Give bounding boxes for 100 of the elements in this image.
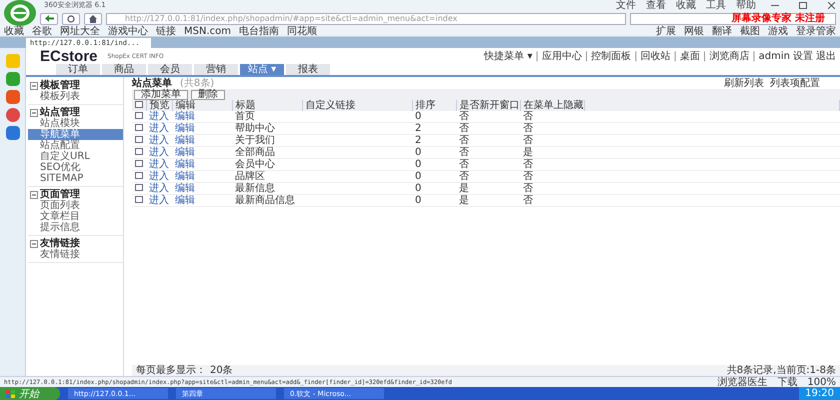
header-link[interactable]: 浏览商店 — [709, 50, 750, 62]
header-link[interactable]: 应用中心 — [542, 50, 582, 62]
home-button[interactable] — [84, 12, 102, 24]
sidebar-item[interactable]: SEO优化 — [28, 162, 123, 173]
collapse-icon[interactable] — [30, 190, 38, 198]
bookmark-link[interactable]: 收藏 — [4, 26, 24, 36]
bookmark-link[interactable]: 游戏中心 — [108, 26, 148, 36]
preview-link[interactable]: 进入 — [146, 122, 172, 134]
edit-link[interactable]: 编辑 — [172, 111, 232, 122]
sidebar-item[interactable]: 导航菜单 — [28, 129, 123, 140]
nav-tab[interactable]: 订单 — [56, 64, 100, 75]
table-cell: 否 — [456, 170, 520, 182]
close-icon[interactable] — [828, 2, 834, 9]
sidebar-item[interactable]: 提示信息 — [28, 222, 123, 233]
page-size-value: 20条 — [210, 365, 233, 376]
row-checkbox[interactable] — [135, 172, 143, 179]
sidebar-item[interactable]: 页面列表 — [28, 200, 123, 211]
nav-tab[interactable]: 报表 — [286, 64, 330, 75]
column-header[interactable]: 在菜单上隐藏 — [520, 100, 584, 111]
column-header[interactable]: 标题 — [232, 100, 302, 111]
refresh-icon — [67, 14, 75, 22]
header-link[interactable]: 退出 — [816, 50, 836, 62]
sidebar-item[interactable]: 文章栏目 — [28, 211, 123, 222]
toolbar-button[interactable]: 截图 — [740, 26, 760, 36]
maximize-icon[interactable] — [799, 2, 807, 9]
nav-tab[interactable]: 商品 — [102, 64, 146, 75]
preview-link[interactable]: 进入 — [146, 146, 172, 158]
link-separator: | — [674, 50, 677, 62]
nav-tab[interactable]: 站点 ▾ — [240, 64, 284, 75]
preview-link[interactable]: 进入 — [146, 194, 172, 206]
toolbar-button[interactable]: 登录管家 — [796, 26, 836, 36]
preview-link[interactable]: 进入 — [146, 170, 172, 182]
bookmark-link[interactable]: 谷歌 — [32, 26, 52, 36]
row-checkbox[interactable] — [135, 112, 143, 119]
preview-link[interactable]: 进入 — [146, 158, 172, 170]
column-header[interactable]: 是否新开窗口 — [456, 100, 520, 111]
action-link[interactable]: 刷新列表 — [724, 78, 764, 88]
search-field[interactable]: 屏幕录像专家 未注册 — [630, 12, 836, 24]
row-checkbox[interactable] — [135, 136, 143, 143]
refresh-button[interactable] — [62, 12, 80, 24]
status-item[interactable]: 浏览器医生 — [717, 376, 768, 388]
row-checkbox[interactable] — [135, 160, 143, 167]
sidebar-item[interactable]: 模板列表 — [28, 91, 123, 102]
row-checkbox[interactable] — [135, 148, 143, 155]
nav-tab[interactable]: 营销 — [194, 64, 238, 75]
row-checkbox[interactable] — [135, 124, 143, 131]
start-button[interactable]: 开始 — [0, 387, 60, 400]
edit-link[interactable]: 编辑 — [172, 134, 232, 146]
column-header[interactable]: 排序 — [412, 100, 456, 111]
menu-item[interactable]: 收藏 — [676, 0, 696, 11]
edit-link[interactable]: 编辑 — [172, 182, 232, 194]
link-separator: | — [584, 50, 588, 62]
preview-link[interactable]: 进入 — [146, 134, 172, 146]
bookmark-link[interactable]: MSN.com — [184, 26, 231, 36]
status-item[interactable]: 100% — [807, 376, 836, 388]
edit-link[interactable]: 编辑 — [172, 194, 232, 206]
row-checkbox[interactable] — [135, 196, 143, 203]
edit-link[interactable]: 编辑 — [172, 146, 232, 158]
bookmark-link[interactable]: 电台指南 — [239, 26, 279, 36]
toolbar-button[interactable]: 翻译 — [712, 26, 732, 36]
column-header[interactable]: 编辑 — [172, 100, 232, 111]
edit-link[interactable]: 编辑 — [172, 122, 232, 134]
row-checkbox[interactable] — [135, 184, 143, 191]
sidebar-item[interactable]: SITEMAP — [28, 173, 123, 184]
sidebar-item[interactable]: 自定义URL — [28, 151, 123, 162]
action-link[interactable]: 列表项配置 — [770, 78, 820, 88]
collapse-icon[interactable] — [30, 82, 38, 90]
toolbar-button[interactable]: 添加菜单 — [134, 90, 188, 100]
bookmark-link[interactable]: 同花顺 — [287, 26, 317, 36]
collapse-icon[interactable] — [30, 240, 38, 248]
toolbar-button[interactable]: 删除 — [191, 90, 225, 100]
toolbar-button[interactable]: 网银 — [684, 26, 704, 36]
header-link[interactable]: 设置 — [793, 50, 813, 62]
preview-link[interactable]: 进入 — [146, 111, 172, 122]
preview-link[interactable]: 进入 — [146, 182, 172, 194]
header-link[interactable]: 桌面 — [680, 50, 700, 62]
header-link[interactable]: 快捷菜单 ▾ — [484, 50, 532, 62]
header-link[interactable]: 控制面板 — [591, 50, 632, 62]
menu-item[interactable]: 工具 — [706, 0, 726, 11]
table-cell: 0 — [412, 170, 456, 182]
bookmark-link[interactable]: 网址大全 — [60, 26, 100, 36]
column-header[interactable]: 自定义链接 — [302, 100, 412, 111]
nav-tab[interactable]: 会员 — [148, 64, 192, 75]
column-header[interactable]: 预览 — [146, 100, 172, 111]
sidebar-item[interactable]: 友情链接 — [28, 249, 123, 260]
toolbar-button[interactable]: 扩展 — [656, 26, 676, 36]
bookmark-link[interactable]: 链接 — [156, 26, 176, 36]
status-item[interactable]: 下载 — [777, 376, 798, 388]
menu-item[interactable]: 帮助 — [736, 0, 756, 11]
select-all-checkbox[interactable] — [135, 101, 143, 108]
menu-item[interactable]: 查看 — [646, 0, 666, 11]
back-button[interactable] — [40, 12, 58, 24]
minimize-icon[interactable] — [771, 4, 779, 6]
toolbar-button[interactable]: 游戏 — [768, 26, 788, 36]
collapse-icon[interactable] — [30, 108, 38, 116]
sidebar-item[interactable]: 站点配置 — [28, 140, 123, 151]
header-link[interactable]: 回收站 — [640, 50, 671, 62]
edit-link[interactable]: 编辑 — [172, 158, 232, 170]
edit-link[interactable]: 编辑 — [172, 170, 232, 182]
sidebar-item[interactable]: 站点模块 — [28, 118, 123, 129]
